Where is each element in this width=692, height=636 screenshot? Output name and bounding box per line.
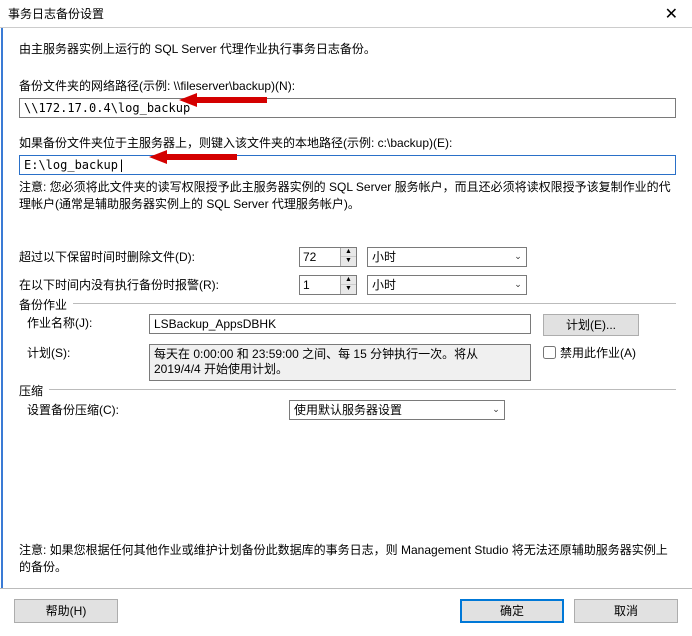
alert-after-label: 在以下时间内没有执行备份时报警(R): [19, 276, 299, 293]
job-name-input[interactable] [149, 314, 531, 334]
spin-down-icon[interactable]: ▼ [341, 285, 356, 294]
chevron-down-icon: ⌄ [488, 404, 504, 415]
intro-text: 由主服务器实例上运行的 SQL Server 代理作业执行事务日志备份。 [19, 40, 676, 57]
local-path-label: 如果备份文件夹位于主服务器上，则键入该文件夹的本地路径(示例: c:\backu… [19, 134, 676, 151]
window-title: 事务日志备份设置 [8, 5, 104, 22]
chevron-down-icon: ⌄ [510, 251, 526, 262]
compression-value: 使用默认服务器设置 [294, 401, 402, 418]
spin-up-icon[interactable]: ▲ [341, 276, 356, 286]
backup-job-fieldset: 备份作业 作业名称(J): 计划(E)... 计划(S): 每天在 0:00:0… [19, 303, 676, 381]
job-name-label: 作业名称(J): [19, 314, 149, 331]
delete-after-unit-select[interactable]: 小时 ⌄ [367, 247, 527, 267]
schedule-button[interactable]: 计划(E)... [543, 314, 639, 336]
close-icon[interactable]: ✕ [659, 4, 684, 24]
ok-button[interactable]: 确定 [460, 599, 564, 623]
delete-after-unit-value: 小时 [372, 248, 396, 265]
compression-legend: 压缩 [19, 382, 49, 399]
disable-job-checkbox-label: 禁用此作业(A) [560, 344, 636, 361]
delete-after-label: 超过以下保留时间时删除文件(D): [19, 248, 299, 265]
alert-after-unit-select[interactable]: 小时 ⌄ [367, 275, 527, 295]
dialog-content: 由主服务器实例上运行的 SQL Server 代理作业执行事务日志备份。 备份文… [1, 28, 692, 588]
compression-select[interactable]: 使用默认服务器设置 ⌄ [289, 400, 505, 420]
titlebar: 事务日志备份设置 ✕ [0, 0, 692, 28]
cancel-button[interactable]: 取消 [574, 599, 678, 623]
delete-after-spinner[interactable]: ▲▼ [299, 247, 357, 267]
backup-job-legend: 备份作业 [19, 296, 73, 313]
network-path-input[interactable] [19, 98, 676, 118]
compression-label: 设置备份压缩(C): [27, 401, 289, 418]
schedule-text: 每天在 0:00:00 和 23:59:00 之间、每 15 分钟执行一次。将从… [149, 344, 531, 381]
help-button[interactable]: 帮助(H) [14, 599, 118, 623]
alert-after-value[interactable] [300, 276, 340, 294]
disable-job-checkbox[interactable]: 禁用此作业(A) [543, 344, 636, 361]
bottom-note: 注意: 如果您根据任何其他作业或维护计划备份此数据库的事务日志，则 Manage… [19, 542, 676, 576]
delete-after-row: 超过以下保留时间时删除文件(D): ▲▼ 小时 ⌄ [19, 247, 676, 267]
network-path-label: 备份文件夹的网络路径(示例: \\fileserver\backup)(N): [19, 77, 676, 94]
alert-after-unit-value: 小时 [372, 276, 396, 293]
alert-after-spinner[interactable]: ▲▼ [299, 275, 357, 295]
spin-up-icon[interactable]: ▲ [341, 248, 356, 258]
spin-down-icon[interactable]: ▼ [341, 257, 356, 266]
compression-fieldset: 压缩 设置备份压缩(C): 使用默认服务器设置 ⌄ [19, 389, 676, 420]
alert-after-row: 在以下时间内没有执行备份时报警(R): ▲▼ 小时 ⌄ [19, 275, 676, 295]
delete-after-value[interactable] [300, 248, 340, 266]
disable-job-checkbox-input[interactable] [543, 346, 556, 359]
schedule-label: 计划(S): [19, 344, 149, 361]
chevron-down-icon: ⌄ [510, 279, 526, 290]
local-path-input[interactable] [19, 155, 676, 175]
button-bar: 帮助(H) 确定 取消 [0, 588, 692, 632]
local-path-hint: 注意: 您必须将此文件夹的读写权限授予此主服务器实例的 SQL Server 服… [19, 179, 676, 213]
